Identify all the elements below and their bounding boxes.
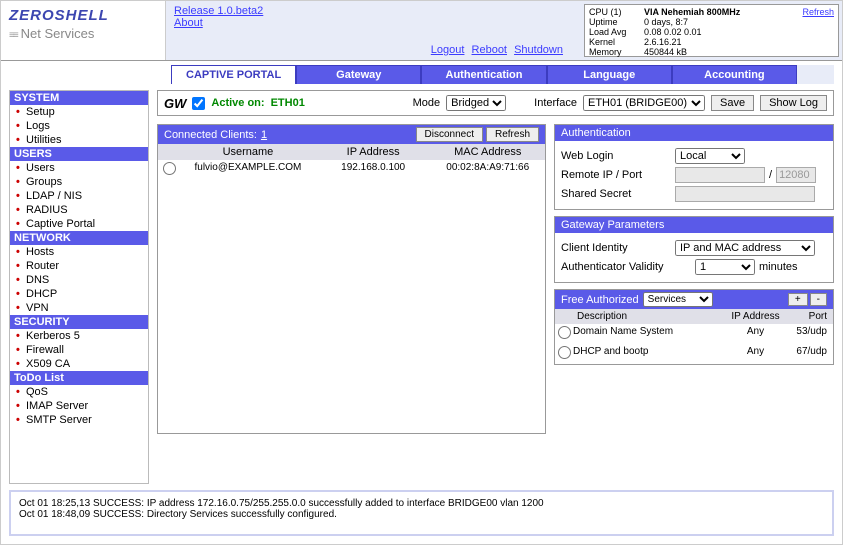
- logout-link[interactable]: Logout: [431, 44, 465, 56]
- authentication-panel: Authentication Web Login Local Remote IP…: [554, 124, 834, 210]
- sidebar-item-hosts[interactable]: Hosts: [10, 245, 148, 259]
- gw-active-iface: ETH01: [271, 97, 305, 109]
- sidebar-item-logs[interactable]: Logs: [10, 119, 148, 133]
- sidebar-head-system: SYSTEM: [10, 91, 148, 105]
- interface-select[interactable]: ETH01 (BRIDGE00): [583, 95, 705, 111]
- gateway-toolbar: GW Active on: ETH01 Mode Bridged Interfa…: [157, 90, 834, 116]
- tab-gateway[interactable]: Gateway: [296, 65, 421, 84]
- gw-active-label: Active on:: [211, 97, 264, 109]
- shutdown-link[interactable]: Shutdown: [514, 44, 563, 56]
- sidebar-head-security: SECURITY: [10, 315, 148, 329]
- release-link[interactable]: Release 1.0.beta2: [174, 5, 263, 17]
- sidebar-head-network: NETWORK: [10, 231, 148, 245]
- refresh-clients-button[interactable]: Refresh: [486, 127, 539, 142]
- sidebar-head-users: USERS: [10, 147, 148, 161]
- remote-ip-input[interactable]: [675, 167, 765, 183]
- client-radio[interactable]: [163, 162, 176, 175]
- free-add-button[interactable]: +: [788, 293, 808, 306]
- mode-label: Mode: [413, 97, 441, 109]
- gw-label: GW: [164, 96, 186, 111]
- free-row-radio[interactable]: [558, 346, 571, 359]
- logo-title: ZEROSHELL: [9, 7, 157, 24]
- logo: ZEROSHELL ≡≡Net Services: [1, 1, 166, 60]
- sidebar-item-vpn[interactable]: VPN: [10, 301, 148, 315]
- sidebar-head-todo: ToDo List: [10, 371, 148, 385]
- stats-refresh-link[interactable]: Refresh: [802, 7, 834, 17]
- auth-validity-select[interactable]: 1: [695, 259, 755, 275]
- sidebar-item-dns[interactable]: DNS: [10, 273, 148, 287]
- client-row[interactable]: fulvio@EXAMPLE.COM 192.168.0.100 00:02:8…: [158, 160, 545, 180]
- free-row-radio[interactable]: [558, 326, 571, 339]
- tab-authentication[interactable]: Authentication: [421, 65, 546, 84]
- remote-port-input[interactable]: [776, 167, 816, 183]
- tab-spacer: [797, 65, 834, 84]
- log-line: Oct 01 18:25,13 SUCCESS: IP address 172.…: [19, 498, 824, 509]
- gateway-parameters-panel: Gateway Parameters Client Identity IP an…: [554, 216, 834, 283]
- sidebar-item-ldap[interactable]: LDAP / NIS: [10, 189, 148, 203]
- disconnect-button[interactable]: Disconnect: [416, 127, 483, 142]
- clients-count[interactable]: 1: [261, 129, 267, 141]
- log-panel: Oct 01 18:25,13 SUCCESS: IP address 172.…: [9, 490, 834, 536]
- sidebar-item-x509[interactable]: X509 CA: [10, 357, 148, 371]
- sidebar-item-setup[interactable]: Setup: [10, 105, 148, 119]
- web-login-select[interactable]: Local: [675, 148, 745, 164]
- clients-title: Connected Clients:: [164, 129, 257, 141]
- tab-language[interactable]: Language: [547, 65, 672, 84]
- log-line: Oct 01 18:48,09 SUCCESS: Directory Servi…: [19, 509, 824, 520]
- sidebar-item-captive[interactable]: Captive Portal: [10, 217, 148, 231]
- tab-accounting[interactable]: Accounting: [672, 65, 797, 84]
- client-identity-select[interactable]: IP and MAC address: [675, 240, 815, 256]
- clients-table-header: Username IP Address MAC Address: [158, 144, 545, 160]
- logo-subtitle: ≡≡Net Services: [9, 26, 157, 41]
- system-stats: Refresh CPU (1)VIA Nehemiah 800MHz Uptim…: [584, 4, 839, 57]
- free-table-header: Description IP Address Port: [555, 309, 833, 324]
- reboot-link[interactable]: Reboot: [472, 44, 507, 56]
- free-type-select[interactable]: Services: [643, 292, 713, 307]
- mode-select[interactable]: Bridged: [446, 95, 506, 111]
- free-authorized-panel: Free Authorized Services + - Description…: [554, 289, 834, 365]
- sidebar-item-router[interactable]: Router: [10, 259, 148, 273]
- gw-enable-checkbox[interactable]: [192, 97, 205, 110]
- sidebar-item-firewall[interactable]: Firewall: [10, 343, 148, 357]
- shared-secret-input[interactable]: [675, 186, 815, 202]
- about-link[interactable]: About: [174, 17, 203, 29]
- free-row[interactable]: DHCP and bootp Any 67/udp: [555, 344, 833, 364]
- save-button[interactable]: Save: [711, 95, 754, 111]
- sidebar-item-smtp[interactable]: SMTP Server: [10, 413, 148, 427]
- sidebar: SYSTEM Setup Logs Utilities USERS Users …: [9, 90, 149, 484]
- sidebar-item-imap[interactable]: IMAP Server: [10, 399, 148, 413]
- connected-clients-panel: Connected Clients: 1 Disconnect Refresh …: [157, 124, 546, 434]
- sidebar-item-utilities[interactable]: Utilities: [10, 133, 148, 147]
- sidebar-item-groups[interactable]: Groups: [10, 175, 148, 189]
- sidebar-item-kerberos[interactable]: Kerberos 5: [10, 329, 148, 343]
- sidebar-item-radius[interactable]: RADIUS: [10, 203, 148, 217]
- tab-captive-portal[interactable]: CAPTIVE PORTAL: [171, 65, 296, 84]
- free-remove-button[interactable]: -: [810, 293, 827, 306]
- interface-label: Interface: [534, 97, 577, 109]
- sidebar-item-users[interactable]: Users: [10, 161, 148, 175]
- show-log-button[interactable]: Show Log: [760, 95, 827, 111]
- free-row[interactable]: Domain Name System Any 53/udp: [555, 324, 833, 344]
- sidebar-item-qos[interactable]: QoS: [10, 385, 148, 399]
- sidebar-item-dhcp[interactable]: DHCP: [10, 287, 148, 301]
- tab-bar: CAPTIVE PORTAL Gateway Authentication La…: [171, 65, 834, 84]
